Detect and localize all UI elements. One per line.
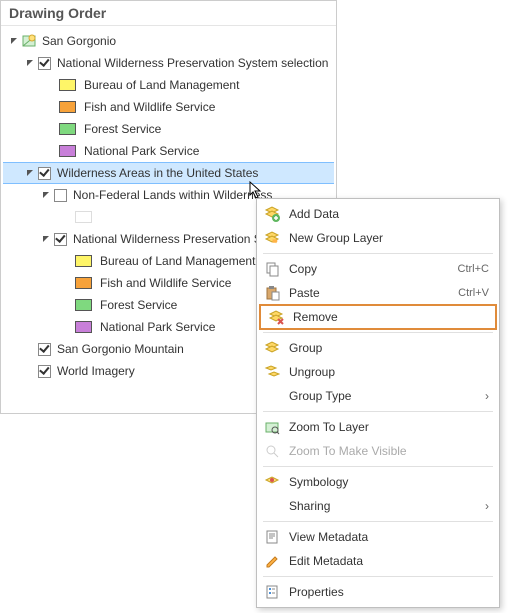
remove-icon bbox=[267, 308, 285, 326]
tree-label: Non-Federal Lands within Wilderness bbox=[71, 188, 272, 202]
tree-label: San Gorgonio Mountain bbox=[55, 342, 184, 356]
expand-arrow-icon[interactable] bbox=[41, 234, 52, 245]
new-group-icon bbox=[263, 229, 281, 247]
tree-label: Forest Service bbox=[82, 122, 161, 136]
menu-zoom-to-layer[interactable]: Zoom To Layer bbox=[257, 415, 499, 439]
menu-group-type[interactable]: Group Type › bbox=[257, 384, 499, 408]
menu-edit-metadata[interactable]: Edit Metadata bbox=[257, 549, 499, 573]
panel-title: Drawing Order bbox=[1, 1, 336, 26]
menu-view-metadata[interactable]: View Metadata bbox=[257, 525, 499, 549]
expand-arrow-icon[interactable] bbox=[25, 168, 36, 179]
tree-label: Forest Service bbox=[98, 298, 177, 312]
context-menu: Add Data New Group Layer Copy Ctrl+C Pas… bbox=[256, 198, 500, 608]
menu-new-group-layer[interactable]: New Group Layer bbox=[257, 226, 499, 250]
visibility-checkbox[interactable] bbox=[54, 189, 67, 202]
visibility-checkbox[interactable] bbox=[38, 365, 51, 378]
tree-item-map[interactable]: San Gorgonio bbox=[3, 30, 334, 52]
symbology-icon bbox=[263, 473, 281, 491]
copy-icon bbox=[263, 260, 281, 278]
legend-swatch bbox=[59, 101, 76, 113]
menu-remove[interactable]: Remove bbox=[259, 304, 497, 330]
tree-label: National Park Service bbox=[98, 320, 215, 334]
expand-arrow-icon[interactable] bbox=[9, 36, 20, 47]
legend-swatch bbox=[59, 79, 76, 91]
menu-separator bbox=[263, 253, 493, 254]
tree-item-group[interactable]: National Wilderness Preservation System … bbox=[3, 52, 334, 74]
legend-swatch bbox=[75, 277, 92, 289]
menu-paste[interactable]: Paste Ctrl+V bbox=[257, 281, 499, 305]
chevron-right-icon: › bbox=[485, 389, 489, 403]
tree-item-symbol[interactable]: National Park Service bbox=[3, 140, 334, 162]
menu-separator bbox=[263, 521, 493, 522]
tree-label: World Imagery bbox=[55, 364, 135, 378]
menu-separator bbox=[263, 411, 493, 412]
shortcut-label: Ctrl+C bbox=[458, 263, 489, 275]
legend-swatch bbox=[75, 211, 92, 223]
visibility-checkbox[interactable] bbox=[54, 233, 67, 246]
tree-label: Bureau of Land Management bbox=[98, 254, 255, 268]
legend-swatch bbox=[75, 321, 92, 333]
group-icon bbox=[263, 339, 281, 357]
tree-item-group-selected[interactable]: Wilderness Areas in the United States bbox=[3, 162, 334, 184]
expand-arrow-icon[interactable] bbox=[25, 58, 36, 69]
tree-label: National Wilderness Preservation Syste bbox=[71, 232, 284, 246]
map-icon bbox=[22, 34, 36, 48]
legend-swatch bbox=[59, 145, 76, 157]
menu-ungroup[interactable]: Ungroup bbox=[257, 360, 499, 384]
menu-symbology[interactable]: Symbology bbox=[257, 470, 499, 494]
menu-separator bbox=[263, 332, 493, 333]
tree-label: Fish and Wildlife Service bbox=[82, 100, 215, 114]
tree-label: National Park Service bbox=[82, 144, 199, 158]
visibility-checkbox[interactable] bbox=[38, 343, 51, 356]
tree-item-symbol[interactable]: Bureau of Land Management bbox=[3, 74, 334, 96]
menu-sharing[interactable]: Sharing › bbox=[257, 494, 499, 518]
zoom-visible-icon bbox=[263, 442, 281, 460]
menu-separator bbox=[263, 466, 493, 467]
view-metadata-icon bbox=[263, 528, 281, 546]
paste-icon bbox=[263, 284, 281, 302]
menu-properties[interactable]: Properties bbox=[257, 580, 499, 604]
properties-icon bbox=[263, 583, 281, 601]
tree-label: National Wilderness Preservation System … bbox=[55, 56, 328, 70]
menu-add-data[interactable]: Add Data bbox=[257, 202, 499, 226]
ungroup-icon bbox=[263, 363, 281, 381]
edit-metadata-icon bbox=[263, 552, 281, 570]
menu-separator bbox=[263, 576, 493, 577]
legend-swatch bbox=[59, 123, 76, 135]
tree-label: Bureau of Land Management bbox=[82, 78, 239, 92]
tree-item-symbol[interactable]: Forest Service bbox=[3, 118, 334, 140]
tree-label: San Gorgonio bbox=[40, 34, 116, 48]
tree-label: Fish and Wildlife Service bbox=[98, 276, 231, 290]
expand-arrow-icon[interactable] bbox=[41, 190, 52, 201]
chevron-right-icon: › bbox=[485, 499, 489, 513]
visibility-checkbox[interactable] bbox=[38, 167, 51, 180]
add-data-icon bbox=[263, 205, 281, 223]
legend-swatch bbox=[75, 299, 92, 311]
tree-item-symbol[interactable]: Fish and Wildlife Service bbox=[3, 96, 334, 118]
zoom-layer-icon bbox=[263, 418, 281, 436]
tree-label: Wilderness Areas in the United States bbox=[55, 166, 258, 180]
visibility-checkbox[interactable] bbox=[38, 57, 51, 70]
shortcut-label: Ctrl+V bbox=[458, 287, 489, 299]
menu-copy[interactable]: Copy Ctrl+C bbox=[257, 257, 499, 281]
menu-zoom-make-visible: Zoom To Make Visible bbox=[257, 439, 499, 463]
menu-group[interactable]: Group bbox=[257, 336, 499, 360]
legend-swatch bbox=[75, 255, 92, 267]
